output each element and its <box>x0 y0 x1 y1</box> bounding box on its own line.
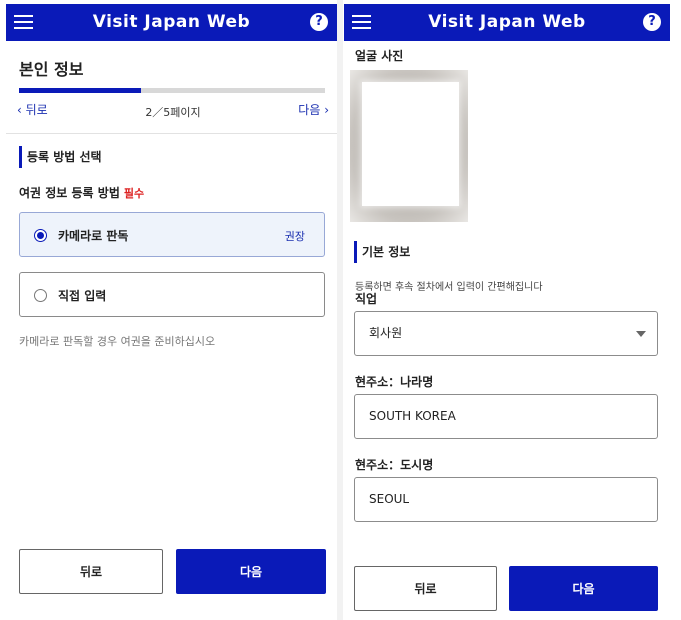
option-manual-entry[interactable]: 직접 입력 <box>19 272 325 317</box>
progress-bar <box>19 88 325 93</box>
section-title-registration-method: 등록 방법 선택 <box>19 146 102 168</box>
triangle-down-icon <box>636 331 646 337</box>
page-indicator: 2／5페이지 <box>145 106 201 119</box>
country-input[interactable]: SOUTH KOREA <box>354 394 658 439</box>
required-badge: 필수 <box>123 187 145 200</box>
recommended-badge: 권장 <box>284 230 305 243</box>
app-header: Visit Japan Web ? <box>6 4 337 41</box>
progress-fill <box>19 88 142 93</box>
country-label: 현주소：나라명 <box>355 375 434 389</box>
app-header: Visit Japan Web ? <box>344 4 670 41</box>
option-label: 직접 입력 <box>58 289 107 303</box>
passport-method-label: 여권 정보 등록 방법 필수 <box>19 184 144 201</box>
occupation-value: 회사원 <box>369 326 403 340</box>
nav-next-link[interactable]: 다음 › <box>298 101 329 118</box>
city-value: SEOUL <box>369 492 410 506</box>
help-icon[interactable]: ? <box>643 13 661 31</box>
option-camera-scan[interactable]: 카메라로 판독 권장 <box>19 212 325 257</box>
passport-method-label-text: 여권 정보 등록 방법 <box>19 186 120 200</box>
page-title: 본인 정보 <box>19 60 84 79</box>
radio-unselected-icon[interactable] <box>34 289 47 302</box>
radio-selected-icon[interactable] <box>34 229 47 242</box>
help-icon[interactable]: ? <box>310 13 328 31</box>
left-screen: Visit Japan Web ? 본인 정보 ‹ 뒤로 2／5페이지 다음 ›… <box>0 0 337 620</box>
basic-info-hint: 등록하면 후속 절차에서 입력이 간편해집니다 <box>355 282 543 293</box>
face-photo-label: 얼굴 사진 <box>355 49 404 63</box>
camera-hint-text: 카메라로 판독할 경우 여권을 준비하십시오 <box>19 335 216 348</box>
option-label: 카메라로 판독 <box>58 229 129 243</box>
face-photo-card <box>362 82 459 206</box>
back-button[interactable]: 뒤로 <box>354 566 497 611</box>
page-navigation: ‹ 뒤로 2／5페이지 다음 › <box>17 101 329 121</box>
back-button[interactable]: 뒤로 <box>19 549 163 594</box>
country-value: SOUTH KOREA <box>369 409 456 423</box>
section-title-basic-info: 기본 정보 <box>354 241 410 263</box>
app-title: Visit Japan Web <box>428 12 586 32</box>
city-label: 현주소：도시명 <box>355 458 434 472</box>
app-title: Visit Japan Web <box>92 12 251 32</box>
occupation-select[interactable]: 회사원 <box>354 311 658 356</box>
divider <box>6 133 337 134</box>
next-button[interactable]: 다음 <box>509 566 658 611</box>
next-button[interactable]: 다음 <box>176 549 326 594</box>
right-screen: Visit Japan Web ? 얼굴 사진 기본 정보 등록하면 후속 절차… <box>343 0 681 620</box>
occupation-label: 직업 <box>355 292 378 306</box>
face-photo[interactable] <box>350 70 468 222</box>
city-input[interactable]: SEOUL <box>354 477 658 522</box>
